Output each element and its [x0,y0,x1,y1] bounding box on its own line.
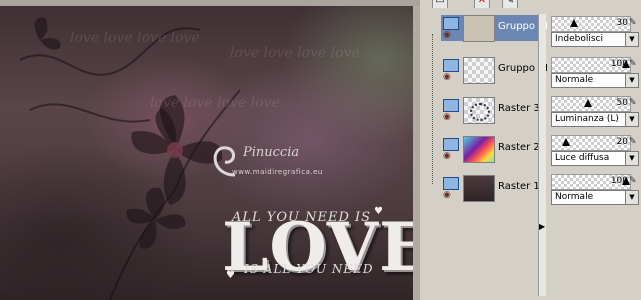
edit-icon[interactable]: ✎ [502,0,518,8]
panel-splitter[interactable] [538,14,546,296]
edit-icon[interactable]: ✎ [629,98,639,108]
new-layer-icon[interactable]: ▭ [432,0,448,8]
layer-name: Raster 3 [498,103,540,114]
opacity-value: 20 [616,137,628,147]
tagline-bottom: IS ALL YOU NEED [244,262,374,276]
layer-row-gruppo-1[interactable]: ◉ Gruppo - I [441,15,548,42]
dropdown-arrow-icon[interactable]: ▼ [625,151,639,166]
visibility-eye-icon[interactable]: ◉ [443,151,451,161]
blend-mode-select[interactable]: Indebolisci [551,32,626,47]
opacity-value: 100 [610,59,628,69]
layer-properties-row: 30 ✎ Indebolisci ▼ [549,16,641,52]
layer-type-icon [443,177,459,190]
visibility-eye-icon[interactable]: ◉ [443,112,451,122]
blend-mode-select[interactable]: Luce diffusa [551,151,626,166]
layer-thumbnail [463,97,495,124]
blend-mode-select[interactable]: Luminanza (L) [551,112,626,127]
visibility-eye-icon[interactable]: ◉ [443,30,451,40]
layer-thumbnail [463,15,495,42]
opacity-slider[interactable]: 100 [551,174,631,190]
layer-row-raster-1[interactable]: ◉ Raster 1 [441,175,540,202]
image-canvas[interactable]: love love love love love love love love … [0,0,413,300]
layer-row-gruppo-2[interactable]: ◉ Gruppo - I [441,57,548,84]
chevron-right-icon[interactable]: ▶ [539,222,545,231]
layer-properties-row: 20 ✎ Luce diffusa ▼ [549,135,641,171]
dropdown-arrow-icon[interactable]: ▼ [625,73,639,88]
heart-icon: ♥ [226,270,235,281]
opacity-slider[interactable]: 20 [551,135,631,151]
blend-mode-select[interactable]: Normale [551,190,626,205]
layer-properties-row: 50 ✎ Luminanza (L) ▼ [549,96,641,132]
edit-icon[interactable]: ✎ [629,176,639,186]
delete-layer-icon[interactable]: ✕ [474,0,490,8]
background-script-text: love love love love [70,30,200,46]
website-text: www.maidiregrafica.eu [232,168,323,176]
layer-row-raster-2[interactable]: ◉ Raster 2 [441,136,540,163]
heart-icon: ♥ [374,206,383,217]
layer-name: Raster 2 [498,142,540,153]
layer-name: Raster 1 [498,181,540,192]
edit-icon[interactable]: ✎ [629,137,639,147]
layer-thumbnail [463,57,495,84]
blend-mode-select[interactable]: Normale [551,73,626,88]
layer-type-icon [443,99,459,112]
layer-type-icon [443,138,459,151]
background-script-text: love love love love [150,95,280,111]
edit-icon[interactable]: ✎ [629,18,639,28]
group-connector [432,34,433,184]
dropdown-arrow-icon[interactable]: ▼ [625,190,639,205]
opacity-value: 50 [616,98,628,108]
dropdown-arrow-icon[interactable]: ▼ [625,112,639,127]
layer-properties-row: 100 ✎ Normale ▼ [549,57,641,93]
canvas-margin [413,0,420,300]
visibility-eye-icon[interactable]: ◉ [443,72,451,82]
background-script-text: love love love love [230,45,360,61]
layer-type-icon [443,59,459,72]
edit-icon[interactable]: ✎ [629,59,639,69]
layer-properties-row: 100 ✎ Normale ▼ [549,174,641,210]
layer-type-icon [443,17,459,30]
layer-thumbnail [463,175,495,202]
opacity-value: 100 [610,176,628,186]
visibility-eye-icon[interactable]: ◉ [443,190,451,200]
layers-toolbar: ▭ ✕ ✎ [420,0,520,8]
signature-text: Pinuccia [243,145,300,160]
dropdown-arrow-icon[interactable]: ▼ [625,32,639,47]
layer-row-raster-3[interactable]: ◉ Raster 3 [441,97,540,124]
opacity-slider[interactable]: 100 [551,57,631,73]
opacity-slider[interactable]: 50 [551,96,631,112]
canvas-top-edge [0,0,420,6]
layer-thumbnail [463,136,495,163]
opacity-slider[interactable]: 30 [551,16,631,32]
opacity-value: 30 [616,18,628,28]
